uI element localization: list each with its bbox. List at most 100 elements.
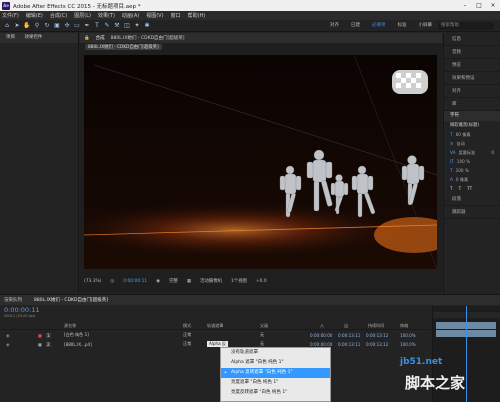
playhead[interactable] bbox=[466, 306, 467, 402]
selection-tool-icon[interactable]: ➤ bbox=[13, 22, 21, 30]
menu-view[interactable]: 视图(V) bbox=[146, 12, 163, 19]
puppet-tool-icon[interactable]: ✱ bbox=[143, 22, 151, 30]
menu-effect[interactable]: 效果(T) bbox=[98, 12, 115, 19]
horizontal-scale-row[interactable]: T 100 % bbox=[444, 166, 500, 175]
panel-tracker[interactable]: 跟踪器 bbox=[444, 206, 500, 219]
zoom-dropdown[interactable]: (73.3%) bbox=[84, 279, 101, 284]
menu-item-luma-inverted-matte[interactable]: 亮度反转遮罩 "白色 纯色 1" bbox=[221, 388, 330, 398]
menu-item-luma-matte[interactable]: 亮度遮罩 "白色 纯色 1" bbox=[221, 378, 330, 388]
camera-tool-icon[interactable]: ▣ bbox=[53, 22, 61, 30]
visibility-eye-icon[interactable]: ◉ bbox=[6, 333, 10, 338]
roto-tool-icon[interactable]: ✦ bbox=[133, 22, 141, 30]
layer-stretch[interactable]: 100.0% bbox=[400, 342, 416, 347]
menu-window[interactable]: 窗口 bbox=[171, 12, 181, 19]
menu-item-alpha-matte[interactable]: Alpha 遮罩 "白色 纯色 1" bbox=[221, 358, 330, 368]
layer-mode[interactable]: 正常 bbox=[183, 341, 191, 347]
search-help-input[interactable]: 搜索帮助 bbox=[438, 22, 494, 30]
layer-stretch[interactable]: 100.0% bbox=[400, 333, 416, 338]
panel-align[interactable]: 对齐 bbox=[444, 85, 500, 98]
home-icon[interactable]: ⌂ bbox=[3, 22, 11, 30]
leading-value[interactable]: 自动 bbox=[457, 139, 465, 148]
maximize-icon[interactable]: □ bbox=[472, 2, 486, 9]
table-row[interactable]: ◉ ■ 1 [白色 纯色 1] 正常 无 0:00:00:00 0:00:13:… bbox=[0, 331, 430, 339]
resolution-dropdown[interactable]: 完整 bbox=[169, 278, 178, 284]
font-size-value[interactable]: 60 像素 bbox=[456, 130, 471, 139]
rotate-tool-icon[interactable]: ↻ bbox=[43, 22, 51, 30]
visibility-eye-icon[interactable]: ◉ bbox=[6, 342, 10, 347]
layer-color-label-icon[interactable]: ■ bbox=[38, 342, 42, 347]
font-family-dropdown[interactable]: 微软雅黑(标题) bbox=[444, 121, 500, 130]
menu-composition[interactable]: 合成(C) bbox=[50, 12, 67, 19]
stamp-tool-icon[interactable]: ⚒ bbox=[113, 22, 121, 30]
table-row[interactable]: ◉ ■ 2 [880L.IX...p4] 正常 Alpha 反 无 0:00:0… bbox=[0, 340, 430, 348]
tab-effects-label[interactable]: 效果控件 bbox=[24, 35, 42, 40]
baseline-value[interactable]: 0 像素 bbox=[456, 175, 468, 184]
menu-item-no-track-matte[interactable]: 没有轨道遮罩 bbox=[221, 348, 330, 358]
faux-italic-icon[interactable]: T bbox=[459, 184, 462, 193]
layer-out[interactable]: 0:00:13:11 bbox=[338, 342, 360, 347]
tab-render-queue[interactable]: 渲染队列 bbox=[4, 297, 22, 303]
horizontal-scale-value[interactable]: 100 % bbox=[456, 166, 469, 175]
current-time-display[interactable]: 0:00:00:11 bbox=[123, 279, 147, 284]
all-caps-icon[interactable]: TT bbox=[467, 184, 472, 193]
hand-tool-icon[interactable]: ✋ bbox=[23, 22, 31, 30]
character-panel-header[interactable]: 字符 bbox=[444, 111, 500, 121]
menu-help[interactable]: 帮助(H) bbox=[188, 12, 206, 19]
tab-timeline-comp[interactable]: 880L.IX她们 - CDKD自由门[超级英] bbox=[34, 297, 108, 303]
menu-file[interactable]: 文件(F) bbox=[2, 12, 19, 19]
panel-info[interactable]: 信息 bbox=[444, 33, 500, 46]
breadcrumb-comp[interactable]: 880L.IX她们 - CDKD自由门[超级英] bbox=[85, 44, 162, 50]
camera-snapshot-icon[interactable]: ◎ bbox=[110, 279, 114, 284]
workspace-small-screen[interactable]: 小屏幕 bbox=[419, 22, 433, 28]
tab-composition[interactable]: 合成 bbox=[96, 35, 105, 41]
panel-paragraph[interactable]: 段落 bbox=[444, 193, 500, 206]
panel-effects-presets[interactable]: 效果和预设 bbox=[444, 72, 500, 85]
baseline-row[interactable]: A0 像素 bbox=[444, 175, 500, 184]
tab-project[interactable]: 项目 效果控件 bbox=[0, 33, 78, 43]
panel-library[interactable]: 库 bbox=[444, 98, 500, 111]
pan-behind-icon[interactable]: ✣ bbox=[63, 22, 71, 30]
tracking-number[interactable]: 0 bbox=[491, 148, 494, 157]
panel-audio[interactable]: 音频 bbox=[444, 46, 500, 59]
layer-parent[interactable]: 无 bbox=[260, 332, 264, 338]
region-of-interest-icon[interactable]: ▦ bbox=[187, 279, 191, 284]
layer-duration[interactable]: 0:00:13:12 bbox=[366, 342, 388, 347]
tracking-value[interactable]: 度量标准 bbox=[458, 148, 475, 157]
workspace-standard[interactable]: 标准 bbox=[398, 22, 407, 28]
menu-animation[interactable]: 动画(A) bbox=[122, 12, 139, 19]
menu-edit[interactable]: 编辑(E) bbox=[26, 12, 43, 19]
tracking-row[interactable]: VA 度量标准 0 bbox=[444, 148, 500, 157]
lock-icon[interactable]: 🔒 bbox=[84, 36, 90, 41]
close-icon[interactable]: × bbox=[486, 2, 500, 9]
vertical-scale-value[interactable]: 100 % bbox=[457, 157, 470, 166]
eraser-tool-icon[interactable]: ◫ bbox=[123, 22, 131, 30]
zoom-tool-icon[interactable]: ⚲ bbox=[33, 22, 41, 30]
layer-in[interactable]: 0:00:00:00 bbox=[310, 333, 332, 338]
layer-duration[interactable]: 0:00:13:12 bbox=[366, 333, 388, 338]
exposure-value[interactable]: +0.0 bbox=[256, 279, 267, 284]
brush-tool-icon[interactable]: ✎ bbox=[103, 22, 111, 30]
snapshot-icon[interactable]: ◉ bbox=[156, 279, 160, 284]
tab-composition-name[interactable]: 880L.IX她们 - CDKD自由门[超级英] bbox=[111, 35, 185, 41]
composition-viewer[interactable] bbox=[84, 55, 437, 269]
rectangle-tool-icon[interactable]: ▭ bbox=[73, 22, 81, 30]
views-dropdown[interactable]: 1个视图 bbox=[231, 278, 247, 284]
text-tool-icon[interactable]: T bbox=[93, 22, 101, 30]
vertical-scale-row[interactable]: IT 100 % bbox=[444, 157, 500, 166]
workspace-align[interactable]: 对齐 bbox=[330, 22, 339, 28]
layer-name[interactable]: [白色 纯色 1] bbox=[64, 332, 89, 338]
workspace-default[interactable]: 已建 bbox=[351, 22, 360, 28]
camera-dropdown[interactable]: 活动摄像机 bbox=[200, 278, 222, 284]
layer-name[interactable]: [880L.IX...p4] bbox=[64, 342, 92, 347]
menu-item-alpha-inverted-matte[interactable]: • Alpha 反转遮罩 "白色 纯色 1" bbox=[221, 368, 330, 378]
layer-in[interactable]: 0:00:00:00 bbox=[310, 342, 332, 347]
leading-row[interactable]: ≡ 自动 bbox=[444, 139, 500, 148]
font-size-row[interactable]: T 60 像素 bbox=[444, 130, 500, 139]
layer-color-label-icon[interactable]: ■ bbox=[38, 333, 42, 338]
panel-preview[interactable]: 预览 bbox=[444, 59, 500, 72]
layer-out[interactable]: 0:00:13:11 bbox=[338, 333, 360, 338]
timeline-current-time[interactable]: 0:00:00:11 bbox=[4, 306, 40, 314]
faux-bold-icon[interactable]: T bbox=[450, 184, 453, 193]
workspace-essentials[interactable]: 必要项 bbox=[372, 22, 386, 28]
menu-layer[interactable]: 图层(L) bbox=[74, 12, 91, 19]
